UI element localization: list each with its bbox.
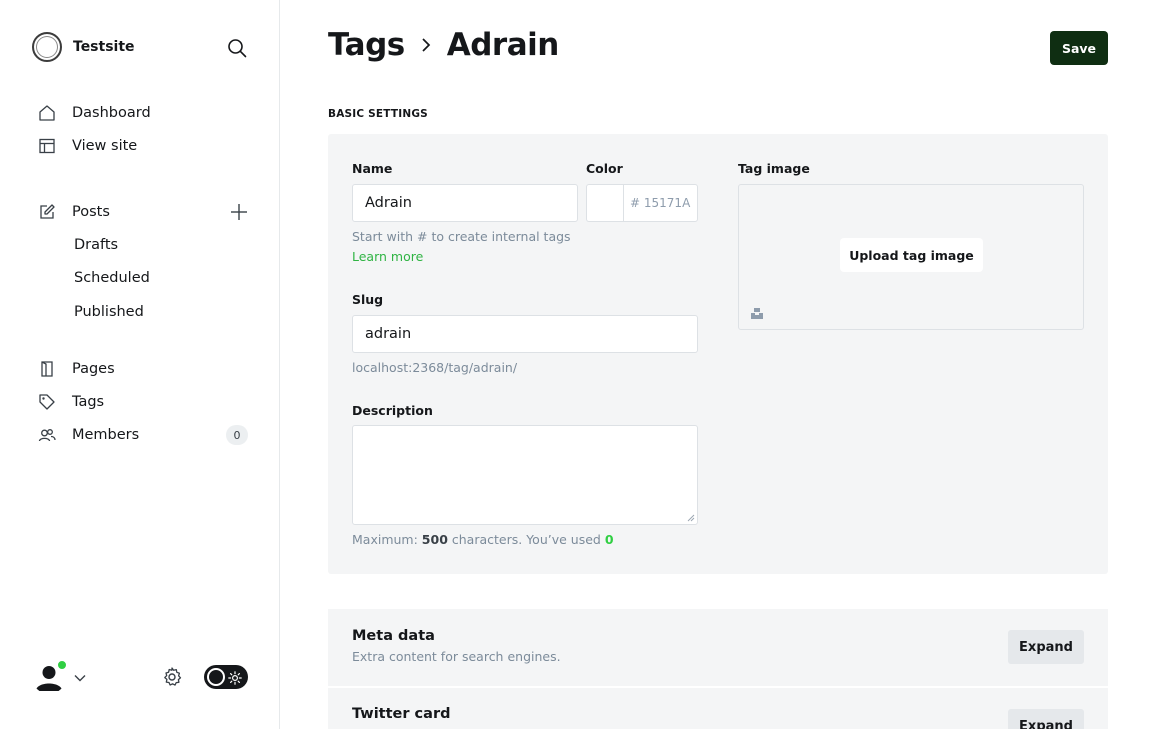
slug-url: localhost:2368/tag/adrain/ xyxy=(352,360,518,375)
nav-posts[interactable]: Posts xyxy=(38,195,150,228)
sun-icon xyxy=(228,670,242,685)
page-title: Tags Adrain xyxy=(328,27,559,63)
twitter-card-expand-button[interactable]: Expand xyxy=(1008,709,1084,729)
description-label: Description xyxy=(352,403,433,418)
nav-members-label: Members xyxy=(72,426,140,443)
site-name: Testsite xyxy=(73,39,135,55)
secondary-nav: Pages Tags Members xyxy=(38,352,139,451)
layout-icon xyxy=(38,137,56,155)
basic-settings-heading: BASIC SETTINGS xyxy=(328,108,428,120)
color-field[interactable]: # 15171A xyxy=(623,184,698,222)
new-post-plus-icon[interactable] xyxy=(229,202,249,222)
desc-hint-mid: characters. You’ve used xyxy=(451,532,601,547)
meta-data-subtitle: Extra content for search engines. xyxy=(352,649,561,664)
basic-settings-panel: Name Adrain Start with # to create inter… xyxy=(328,134,1108,574)
breadcrumb-tags-link[interactable]: Tags xyxy=(328,27,405,63)
twitter-card-title: Twitter card xyxy=(352,706,451,722)
meta-data-expand-button[interactable]: Expand xyxy=(1008,630,1084,664)
meta-data-card: Meta data Extra content for search engin… xyxy=(328,609,1108,686)
nav-scheduled[interactable]: Scheduled xyxy=(38,262,150,296)
site-logo xyxy=(32,32,62,62)
resize-handle-icon[interactable] xyxy=(687,514,695,522)
nav-posts-label: Posts xyxy=(72,203,110,220)
name-label: Name xyxy=(352,161,393,176)
slug-label: Slug xyxy=(352,292,384,307)
gear-icon[interactable] xyxy=(161,666,183,688)
tag-icon xyxy=(38,393,56,411)
toggle-knob xyxy=(207,668,225,686)
chevron-down-icon[interactable] xyxy=(73,670,87,684)
learn-more-link[interactable]: Learn more xyxy=(352,249,423,264)
edit-icon xyxy=(38,203,56,221)
nav-view-site-label: View site xyxy=(72,137,138,154)
nav-drafts[interactable]: Drafts xyxy=(38,228,150,262)
site-header[interactable]: Testsite xyxy=(32,32,135,62)
tag-image-label: Tag image xyxy=(738,161,810,176)
sidebar: Testsite Dashboard View site Posts Draft… xyxy=(0,0,280,729)
content-nav: Posts Drafts Scheduled Published xyxy=(38,195,150,329)
description-field[interactable] xyxy=(352,425,698,525)
online-status-dot xyxy=(57,660,67,670)
members-icon xyxy=(38,426,56,444)
color-swatch[interactable] xyxy=(586,184,624,222)
nav-dashboard-label: Dashboard xyxy=(72,104,151,121)
nav-members[interactable]: Members xyxy=(38,418,139,451)
save-button[interactable]: Save xyxy=(1050,31,1108,65)
search-icon[interactable] xyxy=(226,37,248,59)
twitter-card-card: Twitter card Expand xyxy=(328,688,1108,729)
primary-nav: Dashboard View site xyxy=(38,96,151,162)
page-icon xyxy=(38,360,56,378)
desc-used-count: 0 xyxy=(604,532,614,547)
color-label: Color xyxy=(586,161,623,176)
members-count-badge: 0 xyxy=(226,425,248,445)
name-field[interactable]: Adrain xyxy=(352,184,578,222)
breadcrumb-chevron-icon xyxy=(419,36,433,54)
nav-dashboard[interactable]: Dashboard xyxy=(38,96,151,129)
unsplash-icon[interactable] xyxy=(750,305,764,319)
nav-published[interactable]: Published xyxy=(38,295,150,329)
tag-image-dropzone[interactable]: Upload tag image xyxy=(738,184,1084,330)
description-hint: Maximum: 500 characters. You’ve used 0 xyxy=(352,532,614,547)
color-hash: # xyxy=(630,196,641,210)
name-hint: Start with # to create internal tags xyxy=(352,229,571,244)
desc-max: 500 xyxy=(421,532,448,547)
slug-field[interactable]: adrain xyxy=(352,315,698,353)
breadcrumb-current: Adrain xyxy=(446,27,560,63)
color-placeholder: 15171A xyxy=(643,196,691,210)
theme-toggle[interactable] xyxy=(204,665,248,689)
upload-tag-image-button[interactable]: Upload tag image xyxy=(840,238,983,272)
nav-pages[interactable]: Pages xyxy=(38,352,139,385)
home-icon xyxy=(38,104,56,122)
nav-view-site[interactable]: View site xyxy=(38,129,151,162)
nav-tags-label: Tags xyxy=(72,393,105,410)
nav-pages-label: Pages xyxy=(72,360,115,377)
meta-data-title: Meta data xyxy=(352,628,435,644)
desc-hint-prefix: Maximum: xyxy=(352,532,418,547)
nav-tags[interactable]: Tags xyxy=(38,385,139,418)
